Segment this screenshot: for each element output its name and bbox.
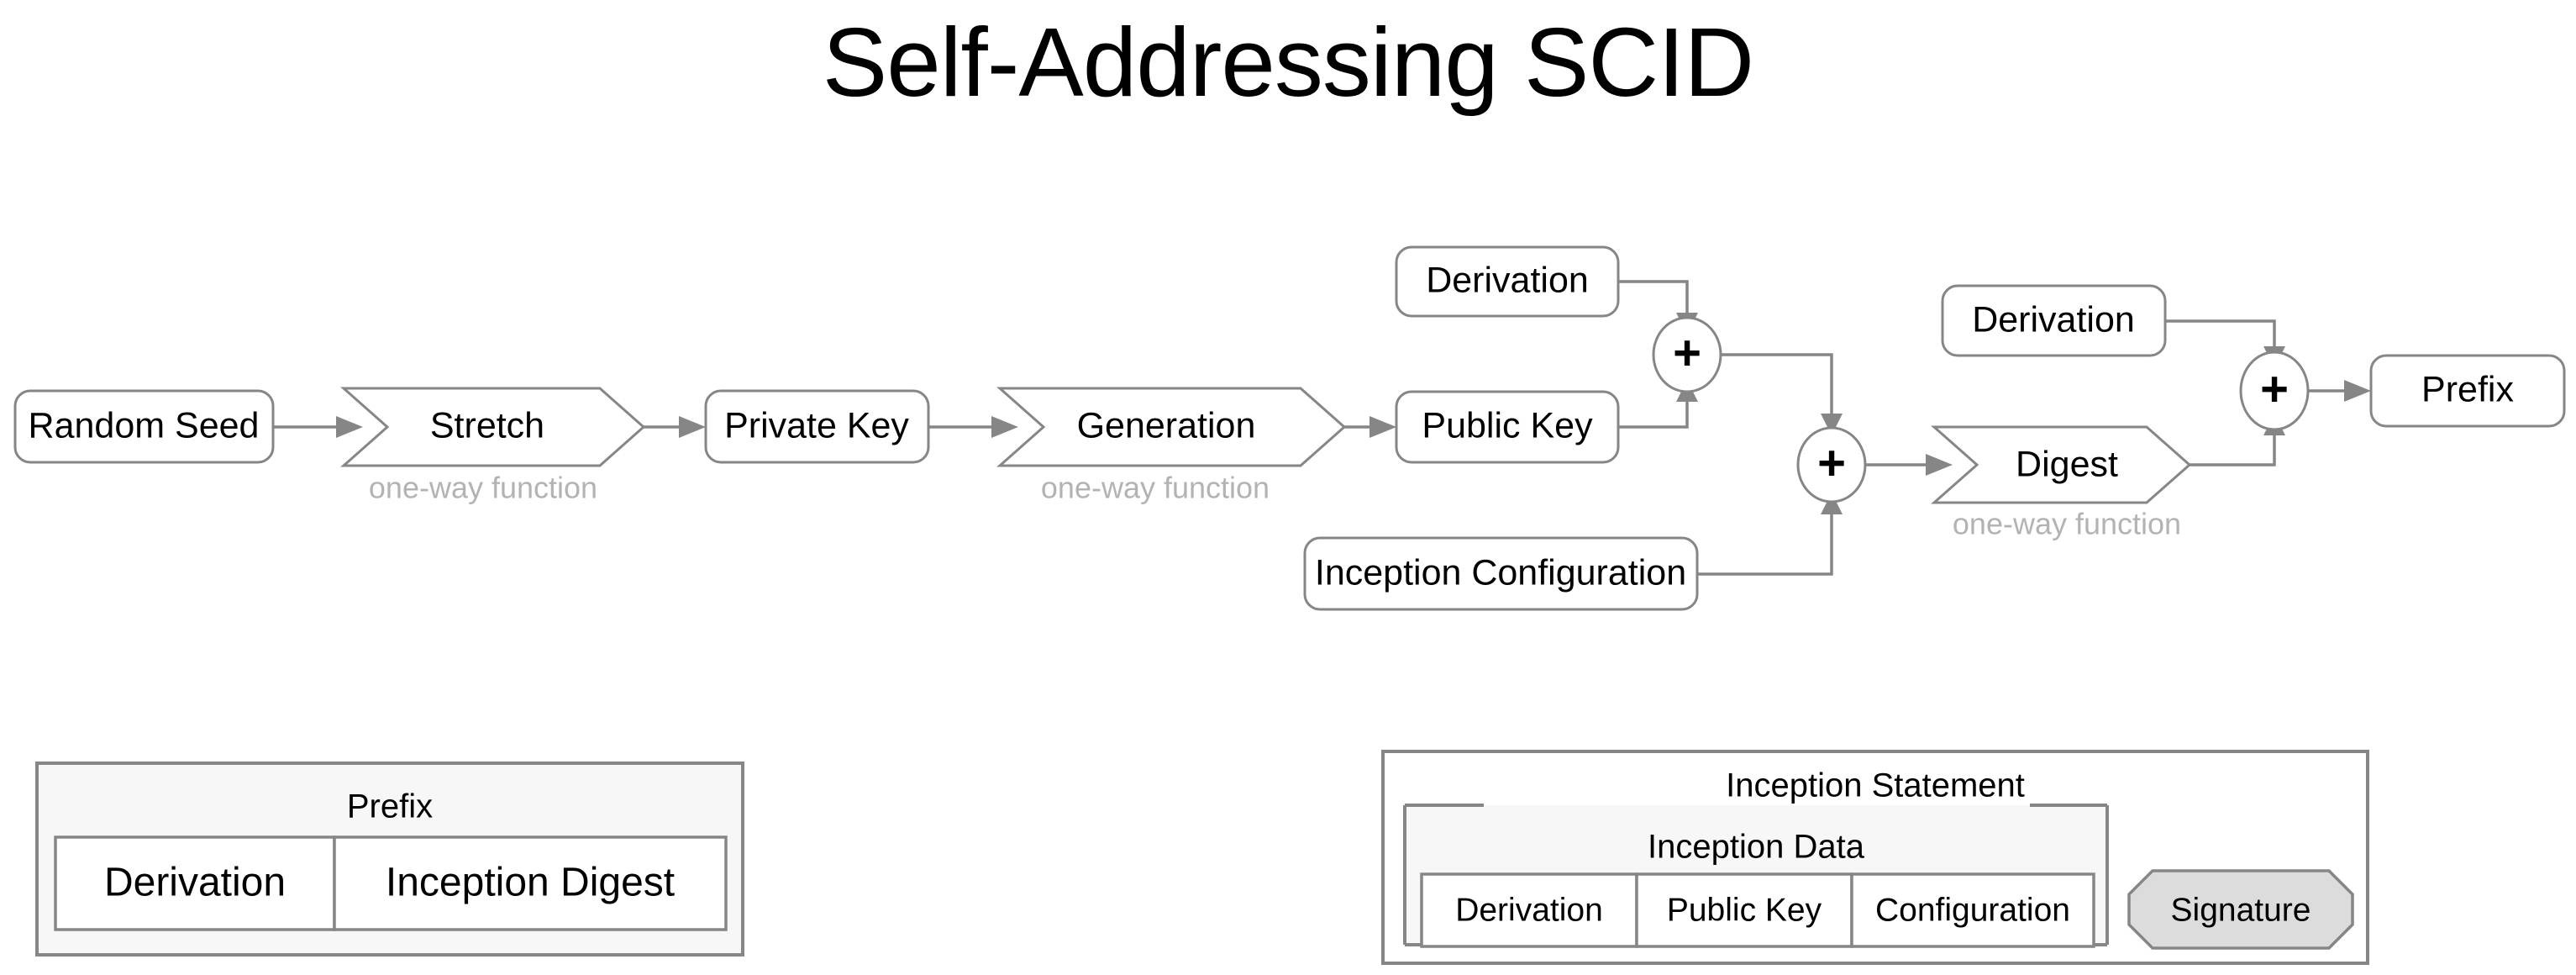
inception-statement-title: Inception Statement xyxy=(1726,767,2025,804)
node-random-seed[interactable]: Random Seed xyxy=(13,389,275,464)
prefix-cell-1-label: Inception Digest xyxy=(386,861,675,905)
operator-plus-2-label: + xyxy=(1817,435,1846,490)
node-random-seed-label: Random Seed xyxy=(29,405,260,445)
operator-plus-2[interactable]: + xyxy=(1796,426,1867,503)
stretch-caption: one-way function xyxy=(369,471,597,505)
generation-caption: one-way function xyxy=(1041,471,1270,505)
node-derivation-top-label: Derivation xyxy=(1426,260,1589,300)
operator-plus-3-label: + xyxy=(2260,361,2289,416)
operator-plus-3[interactable]: + xyxy=(2239,350,2310,431)
diagram-canvas: Self-Addressing SCID Random Seed Stretch… xyxy=(0,0,2576,975)
node-derivation-right-label: Derivation xyxy=(1972,299,2135,340)
connector-plus3-to-prefix xyxy=(2308,380,2371,402)
operator-plus-1-label: + xyxy=(1673,325,1701,380)
digest-caption: one-way function xyxy=(1953,507,2181,541)
operator-plus-1[interactable]: + xyxy=(1652,316,1722,393)
prefix-group[interactable]: Prefix Derivation Inception Digest xyxy=(35,762,744,957)
connector-seed-to-stretch xyxy=(273,416,363,438)
node-inception-configuration-label: Inception Configuration xyxy=(1315,552,1686,593)
node-prefix-label: Prefix xyxy=(2421,369,2514,409)
node-prefix[interactable]: Prefix xyxy=(2369,354,2566,428)
connector-privatekey-to-generation xyxy=(928,416,1018,438)
inception-data-cell-0-label: Derivation xyxy=(1455,892,1603,928)
node-generation-label: Generation xyxy=(1077,405,1256,445)
prefix-cell-0-label: Derivation xyxy=(104,861,286,905)
prefix-group-title: Prefix xyxy=(347,788,433,825)
connector-config-to-plus2 xyxy=(1697,493,1843,576)
node-stretch[interactable]: Stretch one-way function xyxy=(340,387,646,505)
node-public-key-label: Public Key xyxy=(1422,405,1593,445)
connector-plus2-to-digest xyxy=(1865,454,1953,476)
node-inception-configuration[interactable]: Inception Configuration xyxy=(1303,536,1699,611)
node-digest[interactable]: Digest one-way function xyxy=(1931,425,2192,541)
connector-generation-to-publickey xyxy=(1344,416,1396,438)
node-generation[interactable]: Generation one-way function xyxy=(996,387,1347,505)
flow-diagram: Random Seed Stretch one-way function Pri… xyxy=(13,245,2566,965)
node-private-key[interactable]: Private Key xyxy=(704,389,930,464)
inception-data-cell-2-label: Configuration xyxy=(1875,892,2070,928)
node-derivation-right[interactable]: Derivation xyxy=(1941,284,2167,357)
connector-plus1-to-plus2 xyxy=(1721,353,1843,435)
connector-stretch-to-privatekey xyxy=(644,416,706,438)
inception-data-cell-1-label: Public Key xyxy=(1667,892,1822,928)
inception-data-title: Inception Data xyxy=(1648,829,1865,866)
node-public-key[interactable]: Public Key xyxy=(1395,390,1620,464)
signature-label: Signature xyxy=(2171,892,2311,928)
node-digest-label: Digest xyxy=(2016,444,2118,484)
inception-statement-group[interactable]: Inception Statement Inception Data Deriv… xyxy=(1381,750,2369,965)
node-private-key-label: Private Key xyxy=(724,405,909,445)
node-derivation-top[interactable]: Derivation xyxy=(1395,245,1620,318)
node-stretch-label: Stretch xyxy=(430,405,544,445)
